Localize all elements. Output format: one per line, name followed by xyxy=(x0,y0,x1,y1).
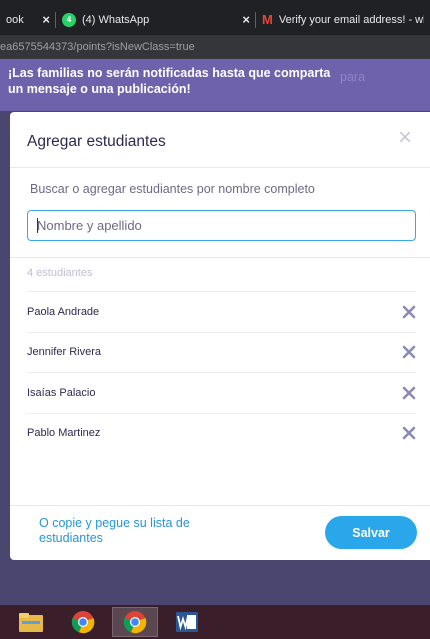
notification-banner: ¡Las familias no serán notificadas hasta… xyxy=(0,59,430,165)
url-text: ea6575544373/points?isNewClass=true xyxy=(0,41,195,53)
modal-header: Agregar estudiantes × xyxy=(10,112,430,168)
student-row: Pablo Martinez xyxy=(27,412,416,454)
student-row: Isaías Palacio xyxy=(27,372,416,413)
student-row: Jennifer Rivera xyxy=(27,331,416,373)
student-name: Jennifer Rivera xyxy=(27,346,101,359)
tab-close-icon[interactable]: × xyxy=(242,12,250,27)
chrome-icon xyxy=(71,611,95,634)
remove-student-icon[interactable] xyxy=(402,305,416,319)
student-name: Pablo Martinez xyxy=(27,427,101,440)
divider xyxy=(10,257,430,258)
tab-title: (4) WhatsApp xyxy=(82,13,150,26)
remove-student-icon[interactable] xyxy=(402,345,416,359)
student-name: Isaías Palacio xyxy=(27,386,96,399)
word-icon xyxy=(176,612,198,632)
student-row: Paola Andrade xyxy=(27,291,416,332)
gmail-icon: M xyxy=(262,12,273,27)
tab-title: Verify your email address! - wber xyxy=(278,13,424,26)
tab-close-icon[interactable]: × xyxy=(42,12,50,27)
student-list: Paola Andrade Jennifer Rivera Isaías Pal… xyxy=(27,291,416,453)
search-label: Buscar o agregar estudiantes por nombre … xyxy=(30,182,315,196)
divider xyxy=(10,505,430,506)
close-icon[interactable]: × xyxy=(398,126,412,150)
add-students-modal: Agregar estudiantes × Buscar o agregar e… xyxy=(10,112,430,560)
whatsapp-icon: 4 xyxy=(62,12,76,27)
student-name-input[interactable] xyxy=(27,210,416,241)
taskbar-item-word[interactable] xyxy=(164,607,210,637)
modal-title: Agregar estudiantes xyxy=(27,133,166,150)
remove-student-icon[interactable] xyxy=(402,386,416,400)
paste-list-link[interactable]: O copie y pegue su lista de estudiantes xyxy=(39,516,239,546)
student-count: 4 estudiantes xyxy=(27,267,93,279)
student-name: Paola Andrade xyxy=(27,305,100,318)
browser-tab-strip: ook × 4 (4) WhatsApp × M Verify your ema… xyxy=(0,0,430,35)
taskbar-item-chrome-active[interactable] xyxy=(112,607,158,637)
save-button[interactable]: Salvar xyxy=(325,516,417,549)
browser-tab[interactable]: ook × xyxy=(0,4,56,35)
banner-text: ¡Las familias no serán notificadas hasta… xyxy=(8,66,331,96)
address-bar[interactable]: ea6575544373/points?isNewClass=true xyxy=(0,35,430,59)
banner-ghost-text: para xyxy=(340,70,366,84)
tab-title: ook xyxy=(6,13,24,26)
taskbar-item-file-explorer[interactable] xyxy=(8,607,54,637)
taskbar xyxy=(0,605,430,639)
taskbar-item-chrome[interactable] xyxy=(60,607,106,637)
chrome-icon xyxy=(123,611,147,634)
browser-tab-whatsapp[interactable]: 4 (4) WhatsApp × xyxy=(56,4,256,35)
file-explorer-icon xyxy=(19,613,43,632)
browser-tab-gmail[interactable]: M Verify your email address! - wber xyxy=(256,4,430,35)
text-caret xyxy=(37,218,38,233)
remove-student-icon[interactable] xyxy=(402,426,416,440)
